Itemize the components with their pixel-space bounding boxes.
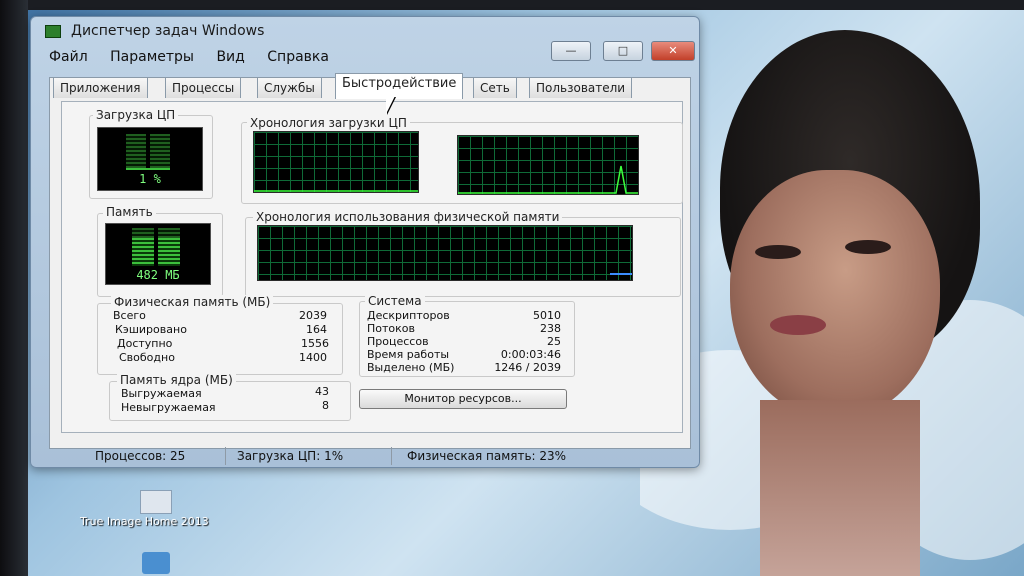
memory-value: 482 МБ	[136, 268, 180, 282]
kernel-nonpaged-value: 8	[322, 399, 329, 412]
system-handles-label: Дескрипторов	[367, 309, 450, 322]
system-handles-value: 5010	[533, 309, 561, 322]
monitor-left-bezel	[0, 0, 28, 576]
cpu-usage-value: 1 %	[139, 172, 161, 186]
cpu-usage-meter: 1 %	[97, 127, 203, 191]
desktop-icon-true-image[interactable]: True Image Home 2013	[80, 490, 250, 540]
status-bar: Процессов: 25 Загрузка ЦП: 1% Физическая…	[49, 447, 691, 467]
title-bar[interactable]: Диспетчер задач Windows	[31, 17, 699, 43]
minimize-button[interactable]: —	[551, 41, 591, 61]
physical-free-value: 1400	[299, 351, 327, 364]
kernel-memory-title: Память ядра (МБ)	[117, 373, 236, 387]
menu-options[interactable]: Параметры	[110, 49, 194, 65]
network-desktop-icon[interactable]	[142, 552, 170, 574]
physical-available-value: 1556	[301, 337, 329, 350]
memory-meter: 482 МБ	[105, 223, 211, 285]
system-commit-label: Выделено (МБ)	[367, 361, 455, 374]
system-threads-value: 238	[540, 322, 561, 335]
status-cpu: Загрузка ЦП: 1%	[233, 447, 392, 465]
monitor-top-bezel	[0, 0, 1024, 10]
system-uptime-value: 0:00:03:46	[500, 348, 561, 361]
menu-file[interactable]: Файл	[49, 49, 88, 65]
memory-history-graph	[257, 225, 633, 281]
system-title: Система	[365, 294, 425, 308]
desktop-icon-label: True Image Home 2013	[80, 515, 209, 528]
memory-history-line	[610, 273, 632, 275]
cpu-history-line-core2	[458, 165, 638, 194]
system-processes-value: 25	[547, 335, 561, 348]
tab-services[interactable]: Службы	[257, 77, 322, 98]
system-commit-value: 1246 / 2039	[494, 361, 561, 374]
kernel-nonpaged-label: Невыгружаемая	[121, 401, 216, 414]
status-memory: Физическая память: 23%	[407, 449, 567, 463]
task-manager-window: Диспетчер задач Windows — □ ✕ Файл Парам…	[30, 16, 700, 468]
tab-users[interactable]: Пользователи	[529, 77, 633, 98]
cpu-history-title: Хронология загрузки ЦП	[247, 116, 410, 130]
kernel-paged-value: 43	[315, 385, 329, 398]
physical-memory-title: Физическая память (МБ)	[111, 295, 274, 309]
system-threads-label: Потоков	[367, 322, 415, 335]
memory-title: Память	[103, 205, 156, 219]
tab-performance[interactable]: Быстродействие	[335, 73, 464, 99]
tab-network[interactable]: Сеть	[473, 77, 517, 98]
tab-applications[interactable]: Приложения	[53, 77, 148, 98]
task-manager-app-icon	[45, 25, 61, 38]
physical-free-label: Свободно	[119, 351, 175, 364]
close-button[interactable]: ✕	[651, 41, 695, 61]
physical-cached-value: 164	[306, 323, 327, 336]
system-uptime-label: Время работы	[367, 348, 450, 361]
window-title: Диспетчер задач Windows	[71, 23, 265, 39]
physical-total-label: Всего	[113, 309, 146, 322]
physical-total-value: 2039	[299, 309, 327, 322]
true-image-icon	[140, 490, 172, 514]
menu-help[interactable]: Справка	[267, 49, 329, 65]
resource-monitor-button[interactable]: Монитор ресурсов...	[359, 389, 567, 409]
status-processes: Процессов: 25	[91, 447, 226, 465]
tab-processes[interactable]: Процессы	[165, 77, 242, 98]
maximize-button[interactable]: □	[603, 41, 643, 61]
system-processes-label: Процессов	[367, 335, 429, 348]
cpu-history-graph-core2	[457, 135, 639, 195]
menu-view[interactable]: Вид	[216, 49, 244, 65]
physical-cached-label: Кэшировано	[115, 323, 187, 336]
cpu-history-graph-core1	[253, 131, 439, 193]
cpu-usage-title: Загрузка ЦП	[93, 108, 179, 122]
physical-available-label: Доступно	[117, 337, 173, 350]
cpu-history-line-core1	[254, 166, 439, 192]
memory-history-title: Хронология использования физической памя…	[253, 210, 563, 224]
kernel-paged-label: Выгружаемая	[121, 387, 202, 400]
menu-bar: Файл Параметры Вид Справка	[49, 49, 347, 69]
mouse-cursor	[386, 96, 395, 114]
